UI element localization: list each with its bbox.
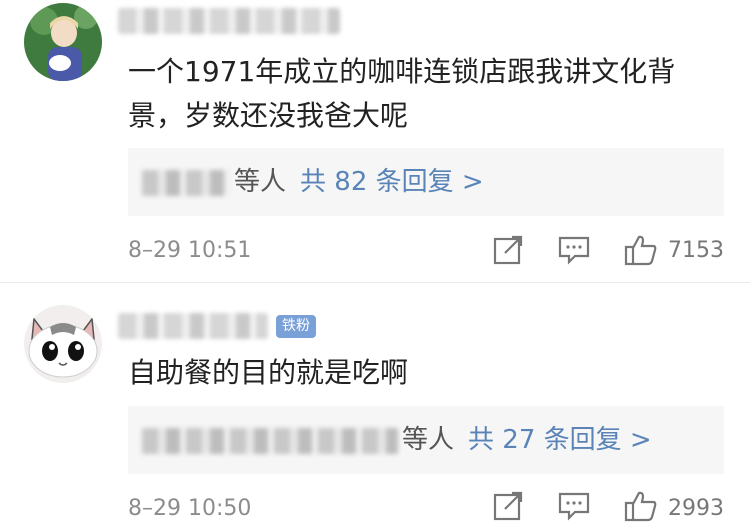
username-blurred[interactable] [118, 313, 268, 339]
reply-count-link[interactable]: 共 27 条回复 > [468, 425, 652, 455]
thumbs-up-icon[interactable] [624, 490, 658, 522]
reply-who: 等人 [402, 425, 455, 455]
avatar-image [24, 305, 102, 383]
timestamp: 8–29 10:50 [128, 496, 252, 521]
like-count: 2993 [668, 496, 724, 521]
avatar[interactable] [24, 305, 102, 383]
reply-summary[interactable]: 等人共 27 条回复 > [128, 406, 724, 474]
comment-icon[interactable] [557, 490, 591, 522]
comment-item: 铁粉 自助餐的目的就是吃啊 等人共 27 条回复 > 8–29 10:50 29… [0, 0, 750, 528]
fan-badge: 铁粉 [276, 315, 316, 338]
replier-names-blurred [142, 428, 398, 454]
comment-text: 自助餐的目的就是吃啊 [128, 356, 409, 389]
share-icon[interactable] [492, 490, 526, 522]
reply-summary-text: 等人共 27 条回复 > [402, 422, 652, 458]
